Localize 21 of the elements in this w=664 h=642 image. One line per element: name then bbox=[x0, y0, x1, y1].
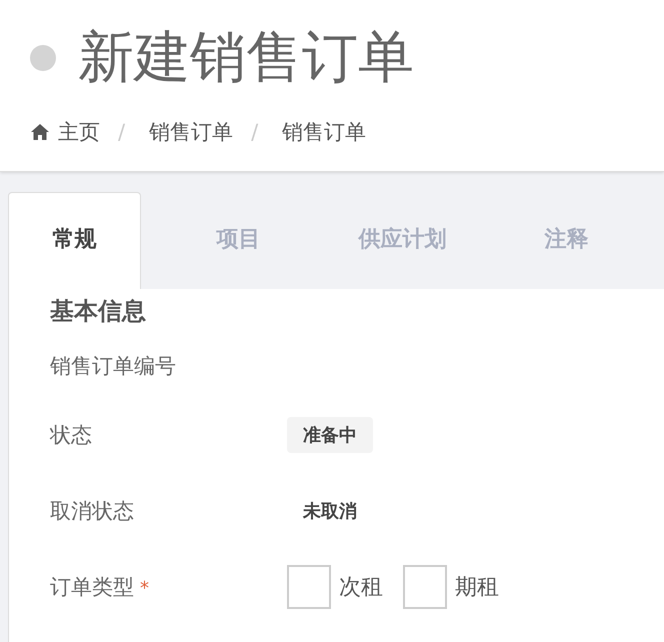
tab[interactable]: 常规 bbox=[8, 192, 142, 289]
section-title: 基本信息 bbox=[50, 296, 147, 327]
checkbox[interactable] bbox=[287, 565, 331, 609]
breadcrumb-separator: / bbox=[251, 120, 258, 144]
page-title: 新建销售订单 bbox=[78, 24, 414, 92]
field-value: 未取消 bbox=[302, 500, 357, 523]
breadcrumb-link[interactable]: 销售订单 bbox=[282, 118, 366, 146]
required-mark: * bbox=[140, 578, 149, 599]
breadcrumb-link[interactable]: 主页 bbox=[58, 118, 100, 146]
option-label: 次租 bbox=[339, 574, 383, 602]
title-dot-icon bbox=[30, 45, 56, 71]
home-icon bbox=[30, 123, 50, 141]
field-label: 销售订单编号 bbox=[50, 354, 176, 378]
field-label: 状态 bbox=[50, 423, 92, 447]
status-badge: 准备中 bbox=[287, 417, 373, 453]
option-label: 期租 bbox=[455, 574, 499, 602]
field-label: 取消状态 bbox=[50, 499, 134, 523]
field-label: 订单类型 bbox=[50, 575, 134, 599]
breadcrumb-separator: / bbox=[118, 120, 126, 144]
checkbox[interactable] bbox=[403, 565, 447, 609]
breadcrumb-link[interactable]: 销售订单 bbox=[149, 118, 234, 146]
